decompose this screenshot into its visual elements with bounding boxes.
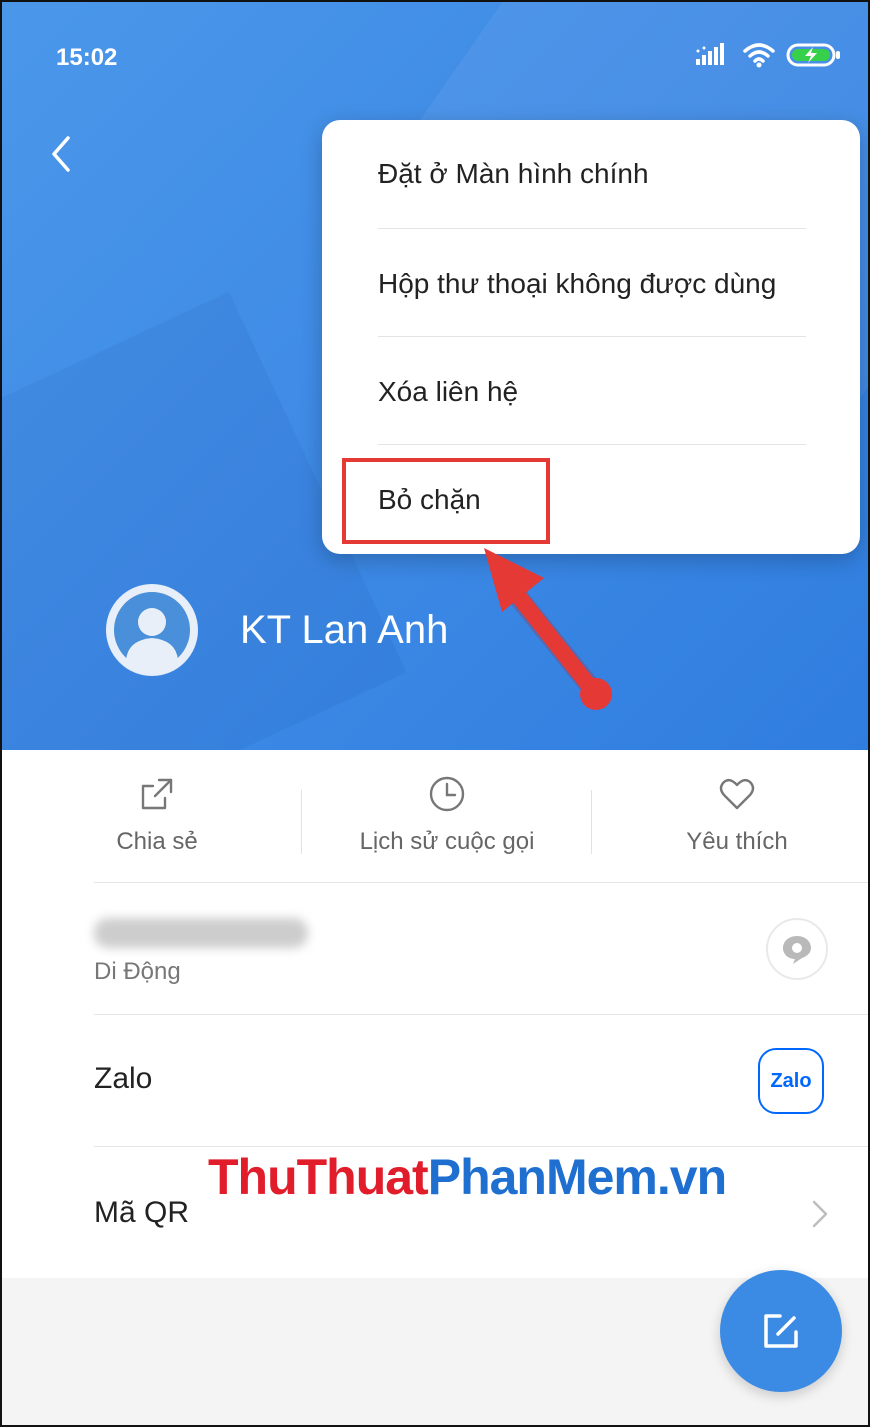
clock-icon bbox=[429, 776, 465, 812]
menu-divider bbox=[378, 444, 806, 445]
row-divider bbox=[94, 1146, 868, 1147]
phone-type-label: Di Động bbox=[94, 958, 181, 985]
annotation-highlight-box bbox=[342, 458, 550, 544]
watermark: ThuThuatPhanMem.vn bbox=[208, 1148, 727, 1206]
share-label: Chia sẻ bbox=[116, 828, 198, 855]
back-arrow-icon[interactable] bbox=[38, 130, 86, 178]
message-button[interactable] bbox=[766, 918, 828, 980]
row-divider bbox=[94, 1014, 868, 1015]
menu-item-delete-contact[interactable]: Xóa liên hệ bbox=[378, 338, 806, 446]
contact-name: KT Lan Anh bbox=[240, 608, 449, 652]
status-icons bbox=[696, 42, 842, 68]
status-time: 15:02 bbox=[56, 44, 118, 71]
message-icon bbox=[783, 936, 811, 964]
menu-item-add-to-home[interactable]: Đặt ở Màn hình chính bbox=[378, 120, 806, 228]
avatar bbox=[106, 584, 198, 676]
call-history-action[interactable]: Lịch sử cuộc gọi bbox=[302, 774, 592, 856]
watermark-part1: ThuThuat bbox=[208, 1149, 429, 1205]
call-history-label: Lịch sử cuộc gọi bbox=[359, 828, 535, 855]
zalo-label: Zalo bbox=[94, 1062, 153, 1095]
chevron-right-icon bbox=[812, 1200, 828, 1228]
phone-number-row[interactable] bbox=[2, 882, 868, 1014]
battery-charging-icon bbox=[786, 43, 840, 67]
quick-actions-bar: Chia sẻ Lịch sử cuộc gọi Yêu thích bbox=[2, 750, 868, 882]
phone-number-blurred bbox=[94, 918, 308, 948]
qr-code-label: Mã QR bbox=[94, 1196, 190, 1229]
favorite-action[interactable]: Yêu thích bbox=[592, 774, 868, 856]
wifi-icon bbox=[743, 43, 775, 68]
edit-contact-button[interactable] bbox=[720, 1270, 842, 1392]
zalo-logo[interactable]: Zalo bbox=[758, 1048, 824, 1114]
menu-divider bbox=[378, 336, 806, 337]
person-silhouette-icon bbox=[108, 586, 196, 674]
row-divider bbox=[94, 882, 868, 883]
watermark-part2: PhanMem.vn bbox=[427, 1149, 727, 1205]
edit-icon bbox=[764, 1314, 798, 1348]
share-icon bbox=[141, 778, 173, 810]
signal-icon bbox=[696, 43, 724, 65]
menu-divider bbox=[378, 228, 806, 229]
menu-item-voicemail-disabled[interactable]: Hộp thư thoại không được dùng bbox=[378, 230, 806, 338]
favorite-label: Yêu thích bbox=[686, 828, 788, 855]
phone-screen: 15:02 KT Lan Anh Đặt ở Màn hình chính Hộ… bbox=[0, 0, 870, 1427]
heart-icon bbox=[719, 778, 755, 810]
share-action[interactable]: Chia sẻ bbox=[12, 774, 302, 856]
